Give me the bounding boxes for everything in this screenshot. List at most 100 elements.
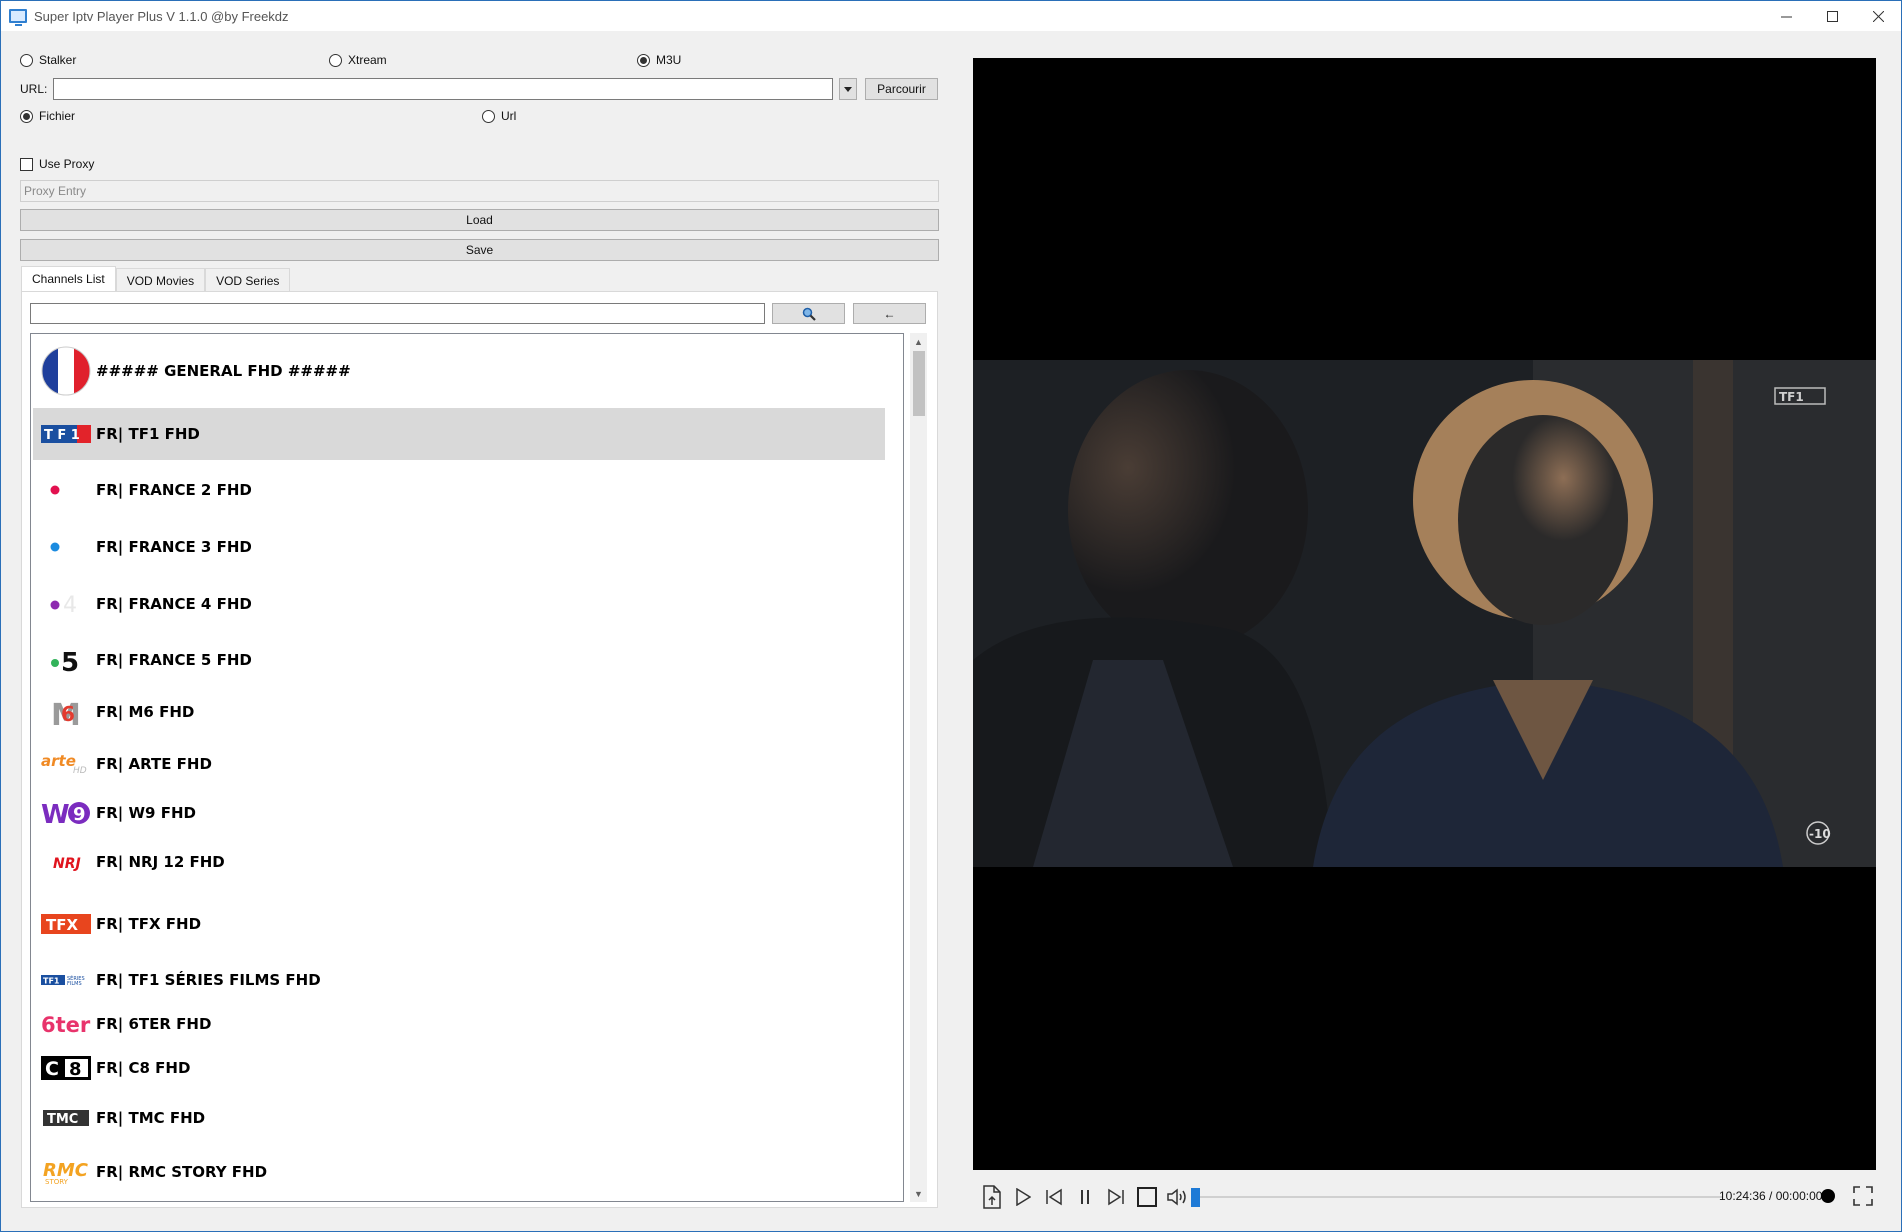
video-player[interactable]: TF1 -10 — [973, 58, 1876, 1170]
list-item[interactable]: ##### GENERAL FHD ##### — [33, 346, 885, 396]
svg-text:4: 4 — [63, 593, 77, 618]
list-item[interactable]: TFX FR| TFX FHD — [33, 898, 885, 950]
nrj-logo-icon: NRJ — [40, 842, 92, 882]
radio-stalker-label: Stalker — [39, 53, 77, 67]
radio-url-label: Url — [501, 109, 517, 123]
search-button[interactable] — [772, 303, 845, 324]
browse-button[interactable]: Parcourir — [865, 78, 938, 100]
tab-vod-series[interactable]: VOD Series — [205, 268, 291, 292]
radio-circle[interactable] — [329, 53, 342, 67]
previous-button[interactable] — [1039, 1182, 1069, 1212]
next-button[interactable] — [1101, 1182, 1131, 1212]
url-input[interactable] — [53, 78, 833, 100]
list-item[interactable]: RMC STORY FR| RMC STORY FHD — [33, 1146, 885, 1198]
radio-circle-checked[interactable] — [20, 109, 33, 123]
svg-text:TFX: TFX — [46, 916, 78, 934]
6ter-logo-icon: 6ter — [40, 1004, 92, 1044]
tab-vod-movies[interactable]: VOD Movies — [115, 268, 206, 292]
fullscreen-button[interactable] — [1853, 1186, 1873, 1209]
scroll-down-icon[interactable]: ▼ — [910, 1185, 927, 1202]
channel-list[interactable]: ##### GENERAL FHD ##### T F 1 FR| TF1 FH… — [30, 333, 904, 1202]
video-frame: TF1 -10 — [973, 360, 1876, 867]
volume-button[interactable] — [1163, 1182, 1193, 1212]
france-3-logo-icon — [40, 527, 92, 567]
list-item[interactable]: C 8 FR| C8 FHD — [33, 1042, 885, 1094]
radio-url[interactable]: Url — [482, 109, 516, 123]
save-button[interactable]: Save — [20, 239, 939, 261]
scroll-up-icon[interactable]: ▲ — [910, 333, 927, 350]
url-dropdown-button[interactable] — [839, 78, 857, 100]
record-icon[interactable] — [1821, 1189, 1835, 1203]
radio-xtream-label: Xtream — [348, 53, 387, 67]
svg-text:C: C — [45, 1058, 59, 1080]
channel-name: FR| FRANCE 4 FHD — [96, 595, 252, 613]
channel-list-scrollbar[interactable]: ▲ ▼ — [910, 333, 927, 1202]
tfx-logo-icon: TFX — [40, 904, 92, 944]
url-label: URL: — [20, 82, 48, 96]
load-button[interactable]: Load — [20, 209, 939, 231]
radio-circle[interactable] — [20, 53, 33, 67]
channel-name: FR| RMC STORY FHD — [96, 1163, 268, 1181]
channel-name: FR| FRANCE 3 FHD — [96, 538, 252, 556]
play-button[interactable] — [1008, 1182, 1038, 1212]
list-item[interactable]: NRJ FR| NRJ 12 FHD — [33, 836, 885, 888]
channel-name: FR| M6 FHD — [96, 703, 195, 721]
channel-name: FR| C8 FHD — [96, 1059, 191, 1077]
list-item[interactable]: arte HD FR| ARTE FHD — [33, 738, 885, 790]
list-item[interactable]: M 6 FR| M6 FHD — [33, 686, 885, 738]
channel-name: FR| FRANCE 2 FHD — [96, 481, 252, 499]
checkbox-box[interactable] — [20, 157, 33, 171]
list-item[interactable]: 5 FR| FRANCE 5 FHD — [33, 634, 885, 686]
radio-stalker[interactable]: Stalker — [20, 53, 76, 67]
open-file-button[interactable] — [977, 1182, 1007, 1212]
list-item[interactable]: W 9 FR| W9 FHD — [33, 787, 885, 839]
scroll-thumb[interactable] — [913, 351, 925, 416]
back-button[interactable]: ← — [853, 303, 926, 324]
stop-button[interactable] — [1132, 1182, 1162, 1212]
tf1-series-films-logo-icon: TF1 SÉRIES FILMS — [40, 960, 92, 1000]
france-2-logo-icon — [40, 470, 92, 510]
close-button[interactable] — [1855, 1, 1901, 31]
pause-button[interactable] — [1070, 1182, 1100, 1212]
channel-name: ##### GENERAL FHD ##### — [96, 362, 351, 380]
use-proxy-checkbox[interactable]: Use Proxy — [20, 157, 94, 171]
seek-bar[interactable] — [1193, 1196, 1723, 1198]
tab-channels-list[interactable]: Channels List — [21, 266, 116, 291]
proxy-entry-input[interactable]: Proxy Entry — [20, 180, 939, 202]
stop-icon — [1137, 1187, 1157, 1207]
france-4-logo-icon: 4 — [40, 584, 92, 624]
title-bar: Super Iptv Player Plus V 1.1.0 @by Freek… — [1, 1, 1901, 31]
tab-bar: Channels List VOD Movies VOD Series — [21, 266, 291, 292]
list-item[interactable]: TMC FR| TMC FHD — [33, 1092, 885, 1144]
tf1-logo-icon: T F 1 — [40, 414, 92, 454]
svg-text:W: W — [41, 800, 70, 827]
seek-handle[interactable] — [1191, 1188, 1200, 1207]
channel-name: FR| W9 FHD — [96, 804, 196, 822]
radio-circle-checked[interactable] — [637, 53, 650, 67]
c8-logo-icon: C 8 — [40, 1048, 92, 1088]
tf1-watermark: TF1 — [1779, 390, 1804, 404]
radio-m3u-label: M3U — [656, 53, 682, 67]
minimize-button[interactable] — [1763, 1, 1809, 31]
radio-xtream[interactable]: Xtream — [329, 53, 387, 67]
app-window: Super Iptv Player Plus V 1.1.0 @by Freek… — [0, 0, 1902, 1232]
minimize-icon — [1780, 16, 1792, 17]
france-5-logo-icon: 5 — [40, 640, 92, 680]
radio-fichier[interactable]: Fichier — [20, 109, 75, 123]
rating-badge: -10 — [1809, 827, 1831, 841]
list-item[interactable]: 4 FR| FRANCE 4 FHD — [33, 578, 885, 630]
use-proxy-label: Use Proxy — [39, 157, 95, 171]
svg-text:STORY: STORY — [45, 1178, 69, 1186]
list-item[interactable]: T F 1 FR| TF1 FHD — [33, 408, 885, 460]
maximize-button[interactable] — [1809, 1, 1855, 31]
svg-text:T F 1: T F 1 — [44, 428, 80, 443]
svg-text:HD: HD — [73, 766, 87, 776]
radio-circle[interactable] — [482, 109, 495, 123]
list-item[interactable]: FR| FRANCE 2 FHD — [33, 464, 885, 516]
svg-text:8: 8 — [69, 1059, 82, 1080]
channel-search-input[interactable] — [30, 303, 765, 324]
list-item[interactable]: FR| FRANCE 3 FHD — [33, 521, 885, 573]
chevron-down-icon — [844, 86, 852, 92]
radio-m3u[interactable]: M3U — [637, 53, 681, 67]
svg-text:9: 9 — [73, 804, 86, 825]
